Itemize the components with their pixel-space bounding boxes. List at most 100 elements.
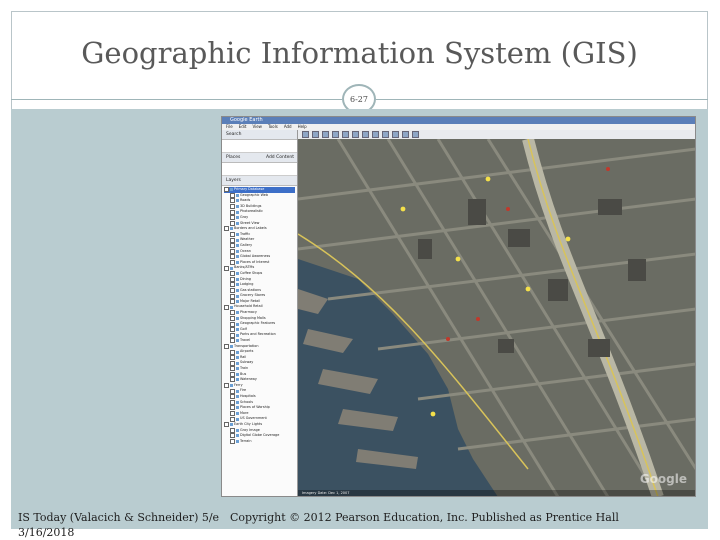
layer-checkbox[interactable] (224, 187, 229, 193)
layer-checkbox[interactable] (230, 349, 235, 355)
layer-icon (236, 367, 239, 371)
layer-checkbox[interactable] (224, 343, 229, 349)
layer-checkbox[interactable] (230, 405, 235, 411)
layer-label: Terrain (240, 438, 252, 443)
layer-icon (236, 417, 239, 421)
layer-icon (236, 233, 239, 237)
satellite-map[interactable] (298, 139, 696, 497)
toolbar-button-icon[interactable] (372, 131, 379, 138)
layer-icon (230, 227, 233, 231)
layer-checkbox[interactable] (224, 265, 229, 271)
layer-checkbox[interactable] (230, 220, 235, 226)
layer-icon (236, 210, 239, 214)
layer-checkbox[interactable] (230, 192, 235, 198)
layer-checkbox[interactable] (230, 271, 235, 277)
slide-title: Geographic Information System (GIS) (81, 36, 638, 70)
layer-checkbox[interactable] (230, 427, 235, 433)
layers-panel-header[interactable]: Layers (222, 176, 297, 186)
layer-icon (236, 406, 239, 410)
search-panel-header[interactable]: Search (222, 130, 297, 140)
layer-checkbox[interactable] (230, 366, 235, 372)
layer-checkbox[interactable] (230, 293, 235, 299)
layer-checkbox[interactable] (230, 254, 235, 260)
layer-checkbox[interactable] (230, 338, 235, 344)
layer-checkbox[interactable] (230, 310, 235, 316)
layer-checkbox[interactable] (230, 260, 235, 266)
layer-checkbox[interactable] (230, 399, 235, 405)
layer-checkbox[interactable] (230, 411, 235, 417)
layer-icon (236, 389, 239, 393)
layer-checkbox[interactable] (230, 282, 235, 288)
layer-checkbox[interactable] (230, 209, 235, 215)
layer-icon (236, 261, 239, 265)
layer-checkbox[interactable] (230, 327, 235, 333)
layer-checkbox[interactable] (230, 215, 235, 221)
layer-checkbox[interactable] (230, 321, 235, 327)
layer-icon (236, 328, 239, 332)
toolbar-button-icon[interactable] (322, 131, 329, 138)
layer-checkbox[interactable] (230, 355, 235, 361)
layer-checkbox[interactable] (230, 377, 235, 383)
layer-icon (236, 428, 239, 432)
footer-date: 3/16/2018 (18, 526, 75, 539)
google-earth-screenshot: Google Earth File Edit View Tools Add Help Se… (221, 116, 696, 497)
layer-icon (230, 188, 233, 192)
layer-icon (236, 440, 239, 444)
toolbar-button-icon[interactable] (412, 131, 419, 138)
toolbar-button-icon[interactable] (342, 131, 349, 138)
layer-checkbox[interactable] (230, 276, 235, 282)
layer-checkbox[interactable] (230, 315, 235, 321)
layer-checkbox[interactable] (224, 383, 229, 389)
toolbar-button-icon[interactable] (382, 131, 389, 138)
layer-checkbox[interactable] (230, 439, 235, 445)
toolbar-button-icon[interactable] (302, 131, 309, 138)
layer-checkbox[interactable] (230, 388, 235, 394)
toolbar-button-icon[interactable] (392, 131, 399, 138)
toolbar-button-icon[interactable] (352, 131, 359, 138)
layer-checkbox[interactable] (224, 304, 229, 310)
layer-checkbox[interactable] (230, 204, 235, 210)
layer-icon (236, 199, 239, 203)
layer-checkbox[interactable] (230, 371, 235, 377)
layer-icon (236, 300, 239, 304)
toolbar-button-icon[interactable] (362, 131, 369, 138)
layer-checkbox[interactable] (230, 394, 235, 400)
layer-checkbox[interactable] (230, 198, 235, 204)
layer-icon (236, 333, 239, 337)
layer-checkbox[interactable] (230, 416, 235, 422)
layer-checkbox[interactable] (230, 287, 235, 293)
toolbar-button-icon[interactable] (402, 131, 409, 138)
sidebar: Search Places Add Content Layers Primary … (222, 130, 298, 496)
layer-label: Borders and Labels (234, 226, 267, 231)
layer-checkbox[interactable] (230, 248, 235, 254)
layer-icon (236, 244, 239, 248)
toolbar-button-icon[interactable] (312, 131, 319, 138)
layer-checkbox[interactable] (230, 332, 235, 338)
layer-icon (230, 384, 233, 388)
layer-checkbox[interactable] (230, 237, 235, 243)
toolbar-button-icon[interactable] (332, 131, 339, 138)
layer-icon (236, 356, 239, 360)
layer-checkbox[interactable] (224, 226, 229, 232)
layer-icon (236, 288, 239, 292)
search-panel-body (222, 140, 297, 153)
layer-icon (236, 395, 239, 399)
layer-icon (236, 322, 239, 326)
footer-copyright: Copyright © 2012 Pearson Education, Inc.… (230, 511, 619, 524)
layer-checkbox[interactable] (224, 422, 229, 428)
add-content-link[interactable]: Add Content (266, 153, 294, 162)
layer-checkbox[interactable] (230, 299, 235, 305)
title-rule-right (376, 99, 708, 100)
layer-icon (236, 316, 239, 320)
layer-item[interactable]: Terrain (224, 439, 295, 445)
layer-checkbox[interactable] (230, 433, 235, 439)
places-label: Places (226, 155, 241, 160)
layer-checkbox[interactable] (230, 243, 235, 249)
layer-icon (236, 249, 239, 253)
layer-checkbox[interactable] (230, 232, 235, 238)
status-bar: Imagery Date: Dec 1, 2007 (298, 490, 695, 496)
layer-icon (230, 266, 233, 270)
layer-checkbox[interactable] (230, 360, 235, 366)
places-panel-header[interactable]: Places Add Content (222, 153, 297, 163)
layer-icon (236, 193, 239, 197)
